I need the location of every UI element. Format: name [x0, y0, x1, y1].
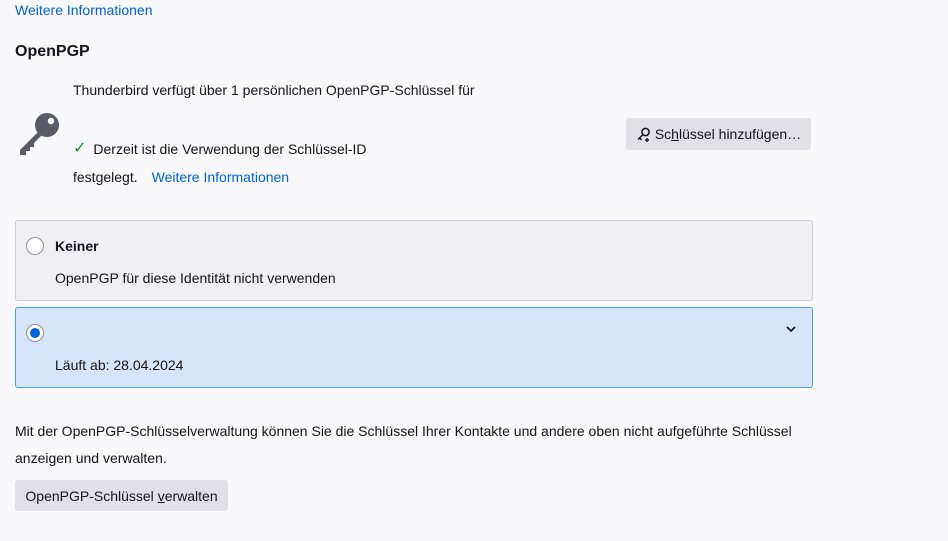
more-info-link-top[interactable]: Weitere Informationen [15, 2, 152, 18]
key-option-none-description: OpenPGP für diese Identität nicht verwen… [55, 270, 336, 286]
section-heading-openpgp: OpenPGP [15, 43, 90, 60]
key-icon [16, 111, 62, 157]
more-info-link[interactable]: Weitere Informationen [152, 169, 289, 185]
key-status-continuation: festgelegt. Weitere Informationen [73, 169, 289, 185]
chevron-down-icon[interactable] [784, 322, 798, 336]
key-add-icon [636, 127, 651, 142]
manage-keys-button[interactable]: OpenPGP-Schlüssel verwalten [15, 480, 228, 511]
key-status-text: Derzeit ist die Verwendung der Schlüssel… [93, 141, 367, 157]
key-option-personal-key[interactable]: Läuft ab: 28.04.2024 [15, 307, 813, 388]
add-key-button-label: Schlüssel hinzufügen… [654, 126, 802, 142]
key-status-text-cont: festgelegt. [73, 169, 138, 185]
key-manager-info: Mit der OpenPGP-Schlüsselverwaltung könn… [15, 423, 792, 466]
radio-none[interactable] [26, 237, 44, 255]
key-option-none-title: Keiner [55, 238, 99, 254]
add-key-button[interactable]: Schlüssel hinzufügen… [626, 118, 811, 150]
radio-personal-key[interactable] [26, 324, 44, 342]
key-status-line: ✓ Derzeit ist die Verwendung der Schlüss… [73, 140, 367, 158]
key-option-none[interactable]: Keiner OpenPGP für diese Identität nicht… [15, 220, 813, 301]
openpgp-key-summary: Thunderbird verfügt über 1 persönlichen … [73, 82, 475, 98]
manage-keys-button-label: OpenPGP-Schlüssel verwalten [25, 487, 218, 504]
check-icon: ✓ [73, 140, 87, 157]
key-expiry: Läuft ab: 28.04.2024 [55, 357, 184, 373]
